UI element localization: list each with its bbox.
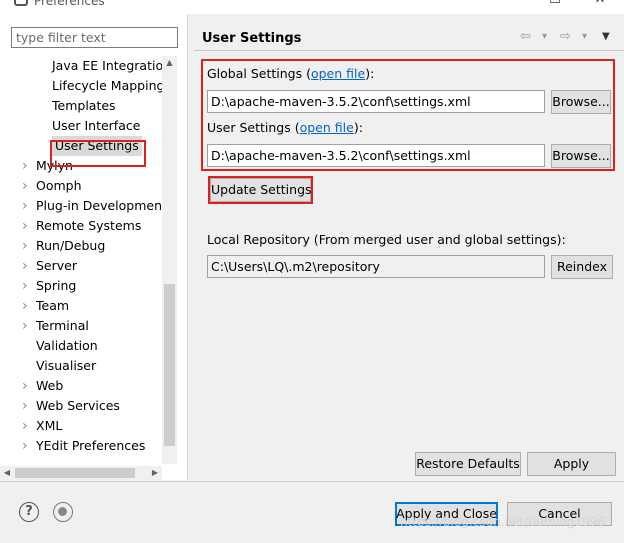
scroll-thumb[interactable] [164,284,175,446]
window-title: Preferences [34,0,105,8]
tree-item-label: Plug-in Development [36,198,162,213]
tree-item-label: Oomph [36,178,82,193]
title-divider [194,50,624,51]
expand-arrow-icon[interactable]: › [22,196,32,216]
update-settings-highlight [208,176,313,204]
tree-item-label: Lifecycle Mapping [52,78,162,93]
footer-divider [0,481,624,482]
reindex-button[interactable]: Reindex [551,255,613,279]
close-button[interactable]: ✕ [590,0,610,8]
tree-horizontal-scrollbar[interactable]: ◀ ▶ [0,466,162,480]
expand-arrow-icon[interactable]: › [22,316,32,336]
tree-item-label: Web [36,378,64,393]
preference-tree-pane: Java EE Integratio Lifecycle Mapping Templ… [0,14,188,480]
tree-item-label: Team [36,298,70,313]
expand-arrow-icon[interactable]: › [22,256,32,276]
settings-highlight [201,59,615,171]
expand-arrow-icon[interactable]: › [22,176,32,196]
scroll-up-icon[interactable]: ▲ [162,56,177,70]
help-icon[interactable]: ? [19,502,39,522]
tree-item-label: Remote Systems [36,218,142,233]
filter-input[interactable] [12,28,177,47]
forward-arrow-icon[interactable]: ⇨ [560,29,571,44]
preference-tree: Java EE Integratio Lifecycle Mapping Templ… [0,14,162,480]
record-macro-icon[interactable] [53,502,73,522]
expand-arrow-icon[interactable]: › [22,396,32,416]
title-bar: Preferences — ☐ ✕ [0,0,624,14]
expand-arrow-icon[interactable]: › [22,216,32,236]
user-settings-highlight [50,140,146,167]
horizontal-scroll-thumb[interactable] [15,468,135,478]
expand-arrow-icon[interactable]: › [22,436,32,456]
tree-item-label: Server [36,258,77,273]
local-repository-label: Local Repository (From merged user and g… [207,232,566,247]
eclipse-icon [14,0,28,6]
minimize-button[interactable]: — [510,0,530,8]
scroll-right-icon[interactable]: ▶ [148,466,162,480]
expand-arrow-icon[interactable]: › [22,236,32,256]
view-menu-icon[interactable]: ▼ [602,31,610,42]
forward-menu-icon[interactable]: ▾ [582,31,587,42]
tree-vertical-scrollbar[interactable]: ▲ [162,56,177,464]
tree-item-label: Terminal [36,318,89,333]
tree-item-label: Web Services [36,398,120,413]
back-menu-icon[interactable]: ▾ [542,31,547,42]
filter-box [11,27,178,48]
local-repository-field: C:\Users\LQ\.m2\repository [207,255,545,278]
page-title: User Settings [202,31,302,46]
tree-item-label: Templates [52,98,116,113]
tree-item-label: XML [36,418,63,433]
tree-item-label: User Interface [52,118,141,133]
tree-item-label: Visualiser [36,358,97,373]
page-navigation: ⇦ ▾ ⇨ ▾ ▼ [518,29,614,45]
expand-arrow-icon[interactable]: › [22,296,32,316]
maximize-button[interactable]: ☐ [545,0,565,8]
expand-arrow-icon[interactable]: › [22,276,32,296]
tree-item-label: Validation [36,338,98,353]
expand-arrow-icon[interactable]: › [22,156,32,176]
expand-arrow-icon[interactable]: › [22,416,32,436]
tree-item-label: YEdit Preferences [36,438,146,453]
tree-item-label: Spring [36,278,77,293]
expand-arrow-icon[interactable]: › [22,376,32,396]
restore-defaults-button[interactable]: Restore Defaults [415,452,521,476]
tree-item-label: Run/Debug [36,238,106,253]
apply-button[interactable]: Apply [527,452,616,476]
watermark: https://blog.csdn.net/burning1996 [400,515,606,529]
back-arrow-icon[interactable]: ⇦ [520,29,531,44]
scroll-left-icon[interactable]: ◀ [0,466,14,480]
tree-item-label: Java EE Integratio [52,58,162,73]
